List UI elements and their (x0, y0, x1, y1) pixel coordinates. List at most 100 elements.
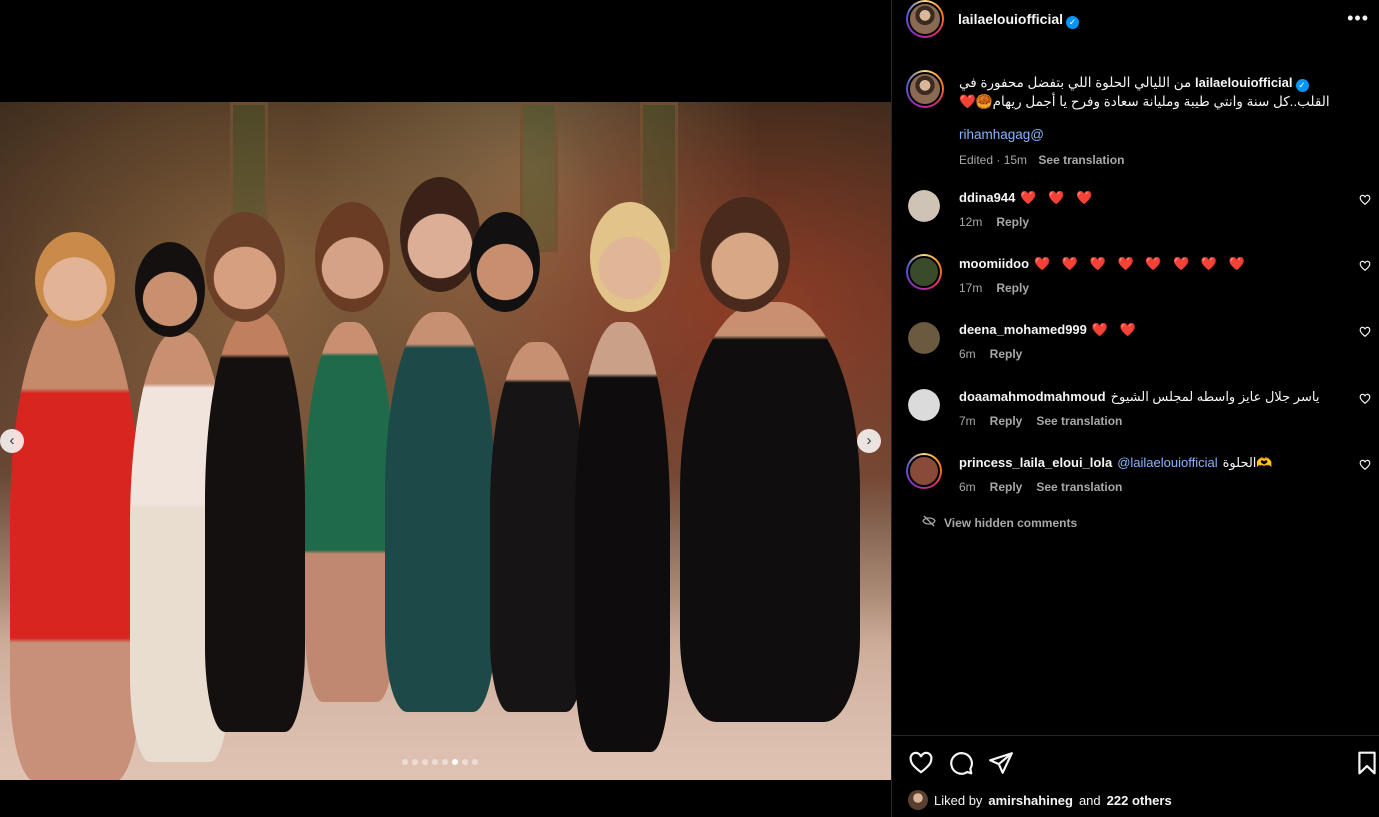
post-side-panel: lailaelouiofficial ✓ ••• lailaelouioffici… (892, 0, 1379, 817)
see-translation-link[interactable]: See translation (1036, 414, 1122, 428)
verified-icon: ✓ (1066, 16, 1080, 29)
person-black-outfit (575, 322, 670, 752)
caption: lailaelouiofficial ✓ من الليالي الحلوة ال… (959, 73, 1349, 111)
comment-username[interactable]: deena_mohamed999 (959, 322, 1087, 337)
commenter-avatar[interactable] (908, 389, 940, 421)
comment-like-icon[interactable] (1359, 194, 1371, 209)
person-head (35, 232, 115, 327)
carousel-dot (452, 759, 458, 765)
person-head (590, 202, 670, 312)
liker-avatar[interactable] (908, 790, 928, 810)
comment-text-line: moomiidoo ❤️ ❤️ ❤️ ❤️ ❤️ ❤️ ❤️ ❤️ (959, 256, 1359, 272)
share-icon[interactable] (988, 750, 1014, 776)
comment-text: ❤️ ❤️ (1091, 322, 1140, 337)
comment-text: ❤️ ❤️ ❤️ ❤️ ❤️ ❤️ ❤️ ❤️ (1034, 256, 1249, 271)
comment-text: الحلوة🫶 (1222, 455, 1273, 470)
comment-text-line: deena_mohamed999 ❤️ ❤️ (959, 322, 1359, 338)
comment-row: moomiidoo ❤️ ❤️ ❤️ ❤️ ❤️ ❤️ ❤️ ❤️ 17m Reply (892, 254, 1379, 318)
person-head (470, 212, 540, 312)
carousel-dot (462, 759, 468, 765)
comment-username[interactable]: doaamahmodmahmoud (959, 389, 1106, 404)
carousel-dot (432, 759, 438, 765)
comment-meta: 6m Reply See translation (959, 480, 1136, 494)
see-translation-link[interactable]: See translation (1036, 480, 1122, 494)
comment-meta: 17m Reply (959, 281, 1043, 295)
view-hidden-comments[interactable]: View hidden comments (922, 515, 1077, 530)
author-username[interactable]: lailaelouiofficial ✓ (958, 11, 1080, 29)
comment-time: 7m (959, 414, 976, 428)
comment-row: ddina944 ❤️ ❤️ ❤️ 12m Reply (892, 190, 1379, 252)
actions-separator (892, 735, 1379, 736)
reply-button[interactable]: Reply (990, 414, 1023, 428)
person-head (315, 202, 390, 312)
person-red-dress (10, 302, 140, 780)
likes-prefix: Liked by (934, 792, 983, 808)
bookmark-icon[interactable] (1354, 750, 1379, 776)
comment-like-icon[interactable] (1359, 393, 1371, 408)
post-media: ‹ › (0, 0, 891, 817)
comment-time: 6m (959, 480, 976, 494)
person-black-top (490, 342, 585, 712)
comment-username[interactable]: ddina944 (959, 190, 1015, 205)
commenter-avatar[interactable] (908, 190, 940, 222)
person-head (700, 197, 790, 312)
commenter-avatar[interactable] (908, 322, 940, 354)
post-header: lailaelouiofficial ✓ ••• (892, 0, 1379, 40)
carousel-dot (472, 759, 478, 765)
post-photo[interactable] (0, 102, 891, 780)
comment-like-icon[interactable] (1359, 326, 1371, 341)
person-teal-dress (385, 312, 495, 712)
liker-username[interactable]: amirshahineg (988, 793, 1073, 808)
comment-meta: 7m Reply See translation (959, 414, 1136, 428)
person-satin-blouse (680, 302, 860, 722)
caption-username[interactable]: lailaelouiofficial ✓ (1195, 75, 1309, 92)
likes-and: and (1078, 792, 1101, 808)
carousel-dot (412, 759, 418, 765)
comment-like-icon[interactable] (1359, 459, 1371, 474)
carousel-dot (442, 759, 448, 765)
person-black-dress (205, 312, 305, 732)
caption-mention[interactable]: rihamhagag@ (959, 127, 1044, 142)
comment-text-line: doaamahmodmahmoud ياسر جلال عايز واسطه لم… (959, 389, 1359, 405)
likes-summary: Liked by amirshahineg and 222 others (908, 790, 1172, 810)
edited-label: Edited · 15m (959, 153, 1028, 167)
comment-like-icon[interactable] (1359, 260, 1371, 275)
comment-row: deena_mohamed999 ❤️ ❤️ 6m Reply (892, 322, 1379, 384)
verified-icon: ✓ (1295, 79, 1309, 92)
comment-time: 12m (959, 215, 983, 229)
comment-meta: 12m Reply (959, 215, 1043, 229)
carousel-dot (402, 759, 408, 765)
commenter-avatar[interactable] (906, 254, 942, 290)
carousel-dots (402, 759, 478, 765)
caption-meta: Edited · 15m See translation (959, 153, 1124, 167)
heart-icon[interactable] (908, 750, 934, 776)
comment-time: 17m (959, 281, 983, 295)
comment-row: doaamahmodmahmoud ياسر جلال عايز واسطه لم… (892, 389, 1379, 451)
comment-icon[interactable] (948, 750, 974, 776)
reply-button[interactable]: Reply (996, 215, 1029, 229)
reply-button[interactable]: Reply (996, 281, 1029, 295)
eye-off-icon (922, 515, 936, 530)
comment-text-line: princess_laila_eloui_lola @lailaelouioffi… (959, 455, 1359, 471)
person-head (205, 212, 285, 322)
caption-avatar[interactable] (906, 70, 944, 108)
comment-username[interactable]: princess_laila_eloui_lola (959, 455, 1112, 470)
author-avatar[interactable] (906, 0, 944, 38)
carousel-dot (422, 759, 428, 765)
comment-mention[interactable]: @lailaelouiofficial (1117, 455, 1217, 470)
comment-username[interactable]: moomiidoo (959, 256, 1029, 271)
person-head (135, 242, 205, 337)
next-arrow-icon[interactable]: › (857, 429, 881, 453)
likes-others[interactable]: 222 others (1107, 793, 1172, 808)
more-icon[interactable]: ••• (1347, 8, 1369, 29)
comment-row: princess_laila_eloui_lola @lailaelouioffi… (892, 453, 1379, 517)
reply-button[interactable]: Reply (990, 347, 1023, 361)
person-green-dress (305, 322, 395, 702)
prev-arrow-icon[interactable]: ‹ (0, 429, 24, 453)
see-translation-link[interactable]: See translation (1038, 153, 1124, 167)
commenter-avatar[interactable] (906, 453, 942, 489)
reply-button[interactable]: Reply (990, 480, 1023, 494)
comment-text: ❤️ ❤️ ❤️ (1020, 190, 1097, 205)
comment-time: 6m (959, 347, 976, 361)
comment-meta: 6m Reply (959, 347, 1036, 361)
